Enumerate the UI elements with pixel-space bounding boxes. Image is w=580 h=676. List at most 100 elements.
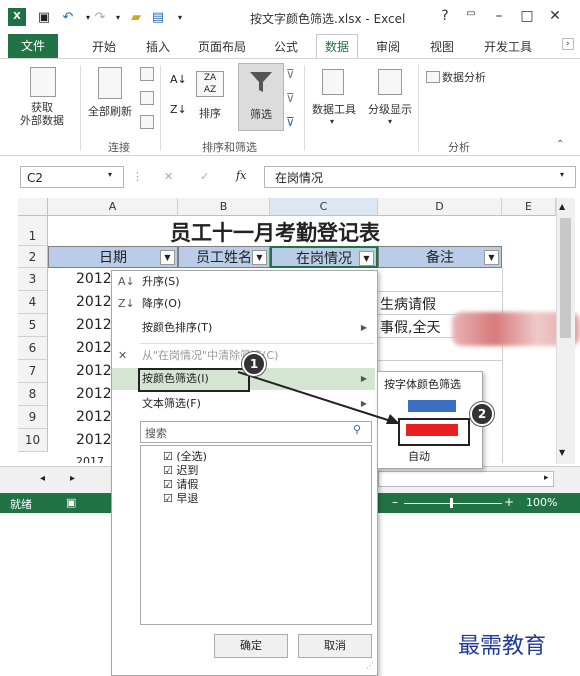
vertical-scrollbar[interactable]: ▲ ▼ [556,198,575,464]
refresh-all-button[interactable]: 全部刷新 [84,103,136,119]
name-box-dropdown-icon[interactable]: ▾ [108,170,112,179]
data-tools-button[interactable]: 数据工具 [308,101,360,117]
zoom-out-icon[interactable]: – [392,495,398,509]
header-cell-notes[interactable]: 备注 ▼ [378,246,502,268]
filter-dropdown-icon[interactable]: ▼ [484,250,499,265]
outline-dropdown-icon[interactable]: ▾ [388,117,392,126]
zoom-in-icon[interactable]: + [504,495,514,509]
tab-developer[interactable]: 开发工具 [484,38,532,55]
cancel-entry-icon[interactable]: ✕ [164,170,173,183]
customize-qat-icon[interactable]: ▾ [172,9,188,25]
ribbon-scroll-icon[interactable]: › [562,38,574,50]
outline-button[interactable]: 分级显示 [364,101,416,117]
ok-button[interactable]: 确定 [214,634,288,658]
get-external-data-button[interactable]: 获取 外部数据 [6,101,78,127]
row-header-6[interactable]: 6 [18,337,48,360]
collapse-ribbon-icon[interactable]: ⌃ [556,139,564,150]
header-cell-status[interactable]: 在岗情况 ▼ [270,246,378,268]
sort-desc-icon[interactable]: Z↓ [170,103,187,116]
automatic-color-option[interactable]: 自动 [408,448,430,464]
header-cell-date[interactable]: 日期 ▼ [48,246,178,268]
scroll-up-icon[interactable]: ▲ [559,202,565,211]
tab-formulas[interactable]: 公式 [274,38,298,55]
select-all-corner[interactable] [18,198,48,216]
date-cell[interactable]: 2012 [76,363,112,379]
sort-asc-icon[interactable]: A↓ [170,73,187,86]
insert-function-icon[interactable]: fx [236,169,246,182]
filter-dropdown-icon[interactable]: ▼ [252,250,267,265]
tab-view[interactable]: 视图 [430,38,454,55]
date-cell[interactable]: 2012 [76,317,112,333]
notes-cell[interactable] [378,268,502,292]
formula-bar-splitter[interactable]: ⋮ [132,170,143,183]
prev-sheet-icon[interactable]: ◂ [40,473,45,484]
scroll-right-icon[interactable]: ▸ [544,473,549,483]
row-header-5[interactable]: 5 [18,314,48,337]
tab-review[interactable]: 审阅 [376,38,400,55]
column-header-d[interactable]: D [378,198,502,216]
zoom-slider[interactable] [404,503,502,504]
red-font-color-option[interactable] [406,424,458,436]
resize-grip-icon[interactable]: ⋰ [366,661,374,670]
row-header-4[interactable]: 4 [18,291,48,314]
filter-dropdown-icon[interactable]: ▼ [359,251,374,266]
open-folder-icon[interactable]: ▰ [128,9,144,25]
checklist-item-early[interactable]: ☑ 早退 [163,490,198,506]
filter-button-highlight[interactable]: 筛选 [238,63,284,131]
sort-button[interactable]: 排序 [194,105,226,121]
blue-font-color-option[interactable] [408,400,456,412]
zoom-level[interactable]: 100% [526,496,557,509]
notes-cell[interactable]: 生病请假 [380,294,436,314]
redo-dropdown-icon[interactable]: ▾ [110,9,126,25]
tab-page-layout[interactable]: 页面布局 [198,38,246,55]
menu-item-sort-by-color[interactable]: 按颜色排序(T) ▶ [112,317,375,339]
reapply-icon[interactable]: ⊽ [286,91,295,105]
date-cell[interactable]: 2012 [76,340,112,356]
row-header-8[interactable]: 8 [18,383,48,406]
quick-print-icon[interactable]: ▤ [150,9,166,25]
column-header-c[interactable]: C [270,198,378,216]
row-header-7[interactable]: 7 [18,360,48,383]
macro-record-icon[interactable]: ▣ [66,496,76,509]
ribbon-display-icon[interactable]: ▭ [462,8,480,19]
formula-input[interactable]: 在岗情况 [264,166,576,188]
scroll-thumb[interactable] [560,218,571,338]
column-header-e[interactable]: E [502,198,556,216]
minimize-button[interactable]: – [490,8,508,24]
date-cell[interactable]: 2012 [76,432,112,448]
horizontal-scrollbar[interactable] [378,471,554,487]
connections-icon[interactable] [140,67,154,81]
date-cell[interactable]: 2017 [76,455,104,463]
help-button[interactable]: ? [436,8,454,24]
clear-filter-icon[interactable]: ⊽ [286,67,295,81]
column-header-a[interactable]: A [48,198,178,216]
date-cell[interactable]: 2012 [76,409,112,425]
tab-insert[interactable]: 插入 [146,38,170,55]
enter-entry-icon[interactable]: ✓ [200,170,209,183]
advanced-filter-icon[interactable]: ⊽ [286,115,295,129]
zoom-slider-thumb[interactable] [450,498,453,508]
row-header-2[interactable]: 2 [18,246,48,268]
date-cell[interactable]: 2012 [76,386,112,402]
tab-file[interactable]: 文件 [8,34,58,58]
next-sheet-icon[interactable]: ▸ [70,473,75,484]
save-icon[interactable]: ▣ [36,9,52,25]
date-cell[interactable]: 2012 [76,294,112,310]
filter-dropdown-icon[interactable]: ▼ [160,250,175,265]
redo-icon[interactable]: ↷ [92,9,108,25]
cancel-button[interactable]: 取消 [298,634,372,658]
notes-cell[interactable]: 事假,全天 [380,317,454,337]
tab-home[interactable]: 开始 [92,38,116,55]
menu-item-sort-asc[interactable]: A↓ 升序(S) [112,271,375,293]
close-button[interactable]: ✕ [546,8,564,24]
row-header-10[interactable]: 10 [18,429,48,452]
row-header-9[interactable]: 9 [18,406,48,429]
date-cell[interactable]: 2012 [76,271,112,287]
properties-icon[interactable] [140,91,154,105]
tab-data[interactable]: 数据 [316,34,359,58]
column-header-b[interactable]: B [178,198,270,216]
row-header-1[interactable]: 1 [18,216,48,246]
menu-item-sort-desc[interactable]: Z↓ 降序(O) [112,293,375,315]
undo-icon[interactable]: ↶ [60,9,76,25]
edit-links-icon[interactable] [140,115,154,129]
